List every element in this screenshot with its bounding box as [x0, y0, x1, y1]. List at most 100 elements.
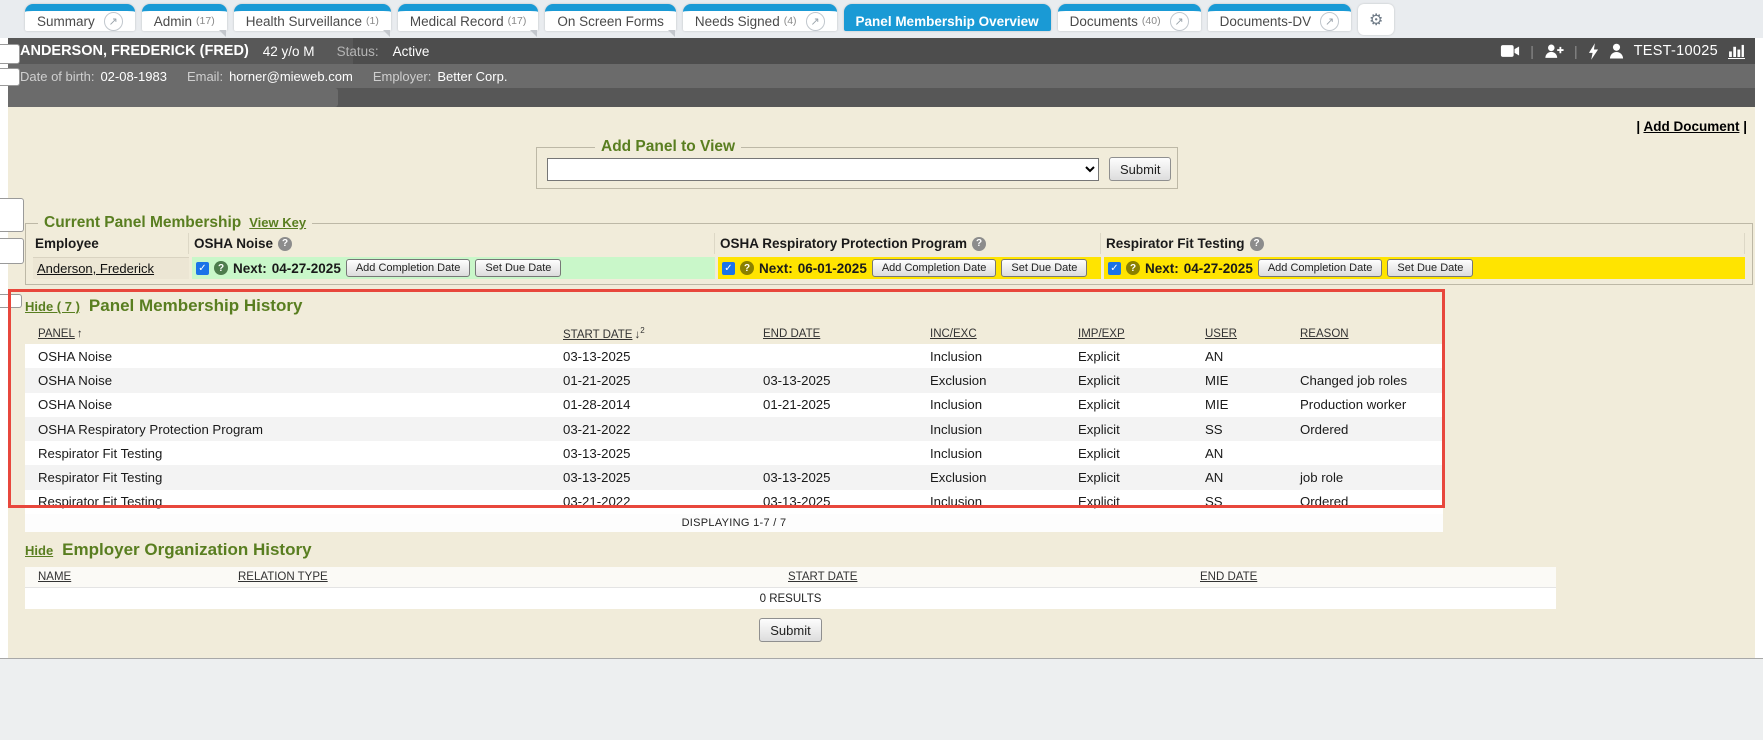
help-icon[interactable]: ?: [972, 237, 986, 251]
help-icon[interactable]: ?: [214, 261, 228, 275]
tab-admin[interactable]: Admin (17): [142, 4, 227, 31]
tab-medical-record[interactable]: Medical Record (17): [398, 4, 538, 31]
column-header-end-date[interactable]: END DATE: [763, 328, 820, 340]
cell-start: 01-28-2014: [550, 393, 750, 417]
cell-impexp: Explicit: [1065, 441, 1192, 465]
column-header-start-date[interactable]: START DATE: [788, 571, 857, 583]
cell-start: 03-13-2025: [550, 344, 750, 368]
help-icon[interactable]: ?: [1250, 237, 1264, 251]
tab-panel-membership-overview[interactable]: Panel Membership Overview: [844, 4, 1051, 31]
view-key-link[interactable]: View Key: [249, 215, 306, 230]
tab-label: On Screen Forms: [557, 14, 664, 29]
cell-impexp: Explicit: [1065, 490, 1192, 514]
add-panel-title: Add Panel to View: [595, 138, 741, 156]
cell-impexp: Explicit: [1065, 417, 1192, 441]
help-icon[interactable]: ?: [740, 261, 754, 275]
settings-gear-button[interactable]: ⚙: [1358, 4, 1394, 35]
cell-start: 01-21-2025: [550, 368, 750, 392]
panel-select[interactable]: [547, 158, 1099, 181]
tab-health-surveillance[interactable]: Health Surveillance (1): [234, 4, 391, 31]
employer-submit-button[interactable]: Submit: [759, 618, 821, 642]
column-header-inc-exc[interactable]: INC/EXC: [930, 328, 977, 340]
cell-impexp: Explicit: [1065, 368, 1192, 392]
add-panel-submit-button[interactable]: Submit: [1109, 157, 1171, 181]
person-icon[interactable]: [1609, 43, 1624, 59]
tab-count: (17): [508, 15, 527, 27]
cell-user: MIE: [1192, 393, 1287, 417]
employee-column-header: Employee: [33, 233, 189, 254]
employee-cell: Anderson, Frederick: [33, 257, 189, 279]
external-link-icon[interactable]: ↗: [1320, 12, 1339, 31]
next-date: 04-27-2025: [1184, 261, 1253, 276]
panel-column-header-osha-respiratory: OSHA Respiratory Protection Program ?: [718, 233, 1101, 254]
cell-reason: [1287, 344, 1443, 368]
help-icon[interactable]: ?: [1126, 261, 1140, 275]
column-header-user[interactable]: USER: [1205, 328, 1237, 340]
gear-icon: ⚙: [1369, 10, 1383, 30]
set-due-date-button[interactable]: Set Due Date: [1001, 259, 1087, 277]
help-icon[interactable]: ?: [278, 237, 292, 251]
left-edge-fragment: [0, 68, 20, 86]
column-header-end-date[interactable]: END DATE: [1200, 571, 1257, 583]
panel-membership-history-section: Hide ( 7 ) Panel Membership History PANE…: [25, 296, 1443, 532]
video-camera-icon[interactable]: [1500, 44, 1520, 58]
employee-link[interactable]: Anderson, Frederick: [37, 261, 154, 276]
bolt-icon[interactable]: [1588, 43, 1599, 60]
employer-organization-history-section: Hide Employer Organization History NAME …: [25, 540, 1556, 642]
cell-incexc: Exclusion: [917, 465, 1065, 489]
column-header-imp-exp[interactable]: IMP/EXP: [1078, 328, 1125, 340]
external-link-icon[interactable]: ↗: [1170, 12, 1189, 31]
add-completion-date-button[interactable]: Add Completion Date: [872, 259, 997, 277]
membership-checkbox[interactable]: ✓: [196, 262, 209, 275]
column-header-start-date[interactable]: START DATE: [563, 329, 632, 341]
column-header-panel[interactable]: PANEL: [38, 328, 75, 340]
table-row: OSHA Noise01-21-202503-13-2025ExclusionE…: [25, 368, 1443, 392]
tab-needs-signed[interactable]: Needs Signed (4) ↗: [683, 4, 837, 31]
history-paging-status: DISPLAYING 1-7 / 7: [25, 514, 1443, 532]
next-date: 06-01-2025: [798, 261, 867, 276]
current-membership-legend: Current Panel Membership View Key: [38, 214, 312, 232]
set-due-date-button[interactable]: Set Due Date: [475, 259, 561, 277]
cell-incexc: Exclusion: [917, 368, 1065, 392]
cell-panel: Respirator Fit Testing: [25, 441, 550, 465]
tab-count: (4): [784, 15, 797, 27]
history-hide-link[interactable]: Hide ( 7 ): [25, 299, 80, 314]
employer-results-status: 0 RESULTS: [25, 587, 1556, 609]
add-person-icon[interactable]: [1544, 43, 1564, 59]
add-completion-date-button[interactable]: Add Completion Date: [1258, 259, 1383, 277]
cell-reason: Changed job roles: [1287, 368, 1443, 392]
tab-documents-dv[interactable]: Documents-DV ↗: [1208, 4, 1352, 31]
set-due-date-button[interactable]: Set Due Date: [1387, 259, 1473, 277]
pipe: |: [1636, 119, 1640, 134]
cell-user: AN: [1192, 344, 1287, 368]
cell-end: [750, 417, 917, 441]
add-completion-date-button[interactable]: Add Completion Date: [346, 259, 471, 277]
column-header-reason[interactable]: REASON: [1300, 328, 1349, 340]
cell-reason: Ordered: [1287, 417, 1443, 441]
patient-header-strip: [8, 88, 1755, 107]
add-document-link[interactable]: Add Document: [1643, 119, 1739, 134]
current-membership-title: Current Panel Membership: [44, 214, 241, 232]
external-link-icon[interactable]: ↗: [104, 12, 123, 31]
tab-count: (17): [196, 15, 215, 27]
membership-checkbox[interactable]: ✓: [1108, 262, 1121, 275]
cell-incexc: Inclusion: [917, 393, 1065, 417]
external-link-icon[interactable]: ↗: [806, 12, 825, 31]
tab-count: (1): [366, 15, 379, 27]
column-header-name[interactable]: NAME: [38, 571, 71, 583]
pipe: |: [1743, 119, 1747, 134]
next-label: Next:: [759, 261, 793, 276]
next-label: Next:: [233, 261, 267, 276]
tab-summary[interactable]: Summary ↗: [25, 4, 135, 31]
membership-checkbox[interactable]: ✓: [722, 262, 735, 275]
add-panel-fieldset: Add Panel to View Submit: [536, 147, 1178, 189]
tab-documents[interactable]: Documents (40) ↗: [1058, 4, 1201, 31]
membership-cell-osha-respiratory: ✓ ? Next: 06-01-2025 Add Completion Date…: [718, 257, 1101, 279]
column-header-relation-type[interactable]: RELATION TYPE: [238, 571, 328, 583]
patient-subheader: Date of birth: 02-08-1983 Email: horner@…: [8, 64, 1755, 88]
employer-hide-link[interactable]: Hide: [25, 543, 53, 558]
bar-chart-icon[interactable]: [1728, 44, 1745, 59]
tab-on-screen-forms[interactable]: On Screen Forms: [545, 4, 676, 31]
cell-panel: OSHA Respiratory Protection Program: [25, 417, 550, 441]
cell-user: AN: [1192, 441, 1287, 465]
